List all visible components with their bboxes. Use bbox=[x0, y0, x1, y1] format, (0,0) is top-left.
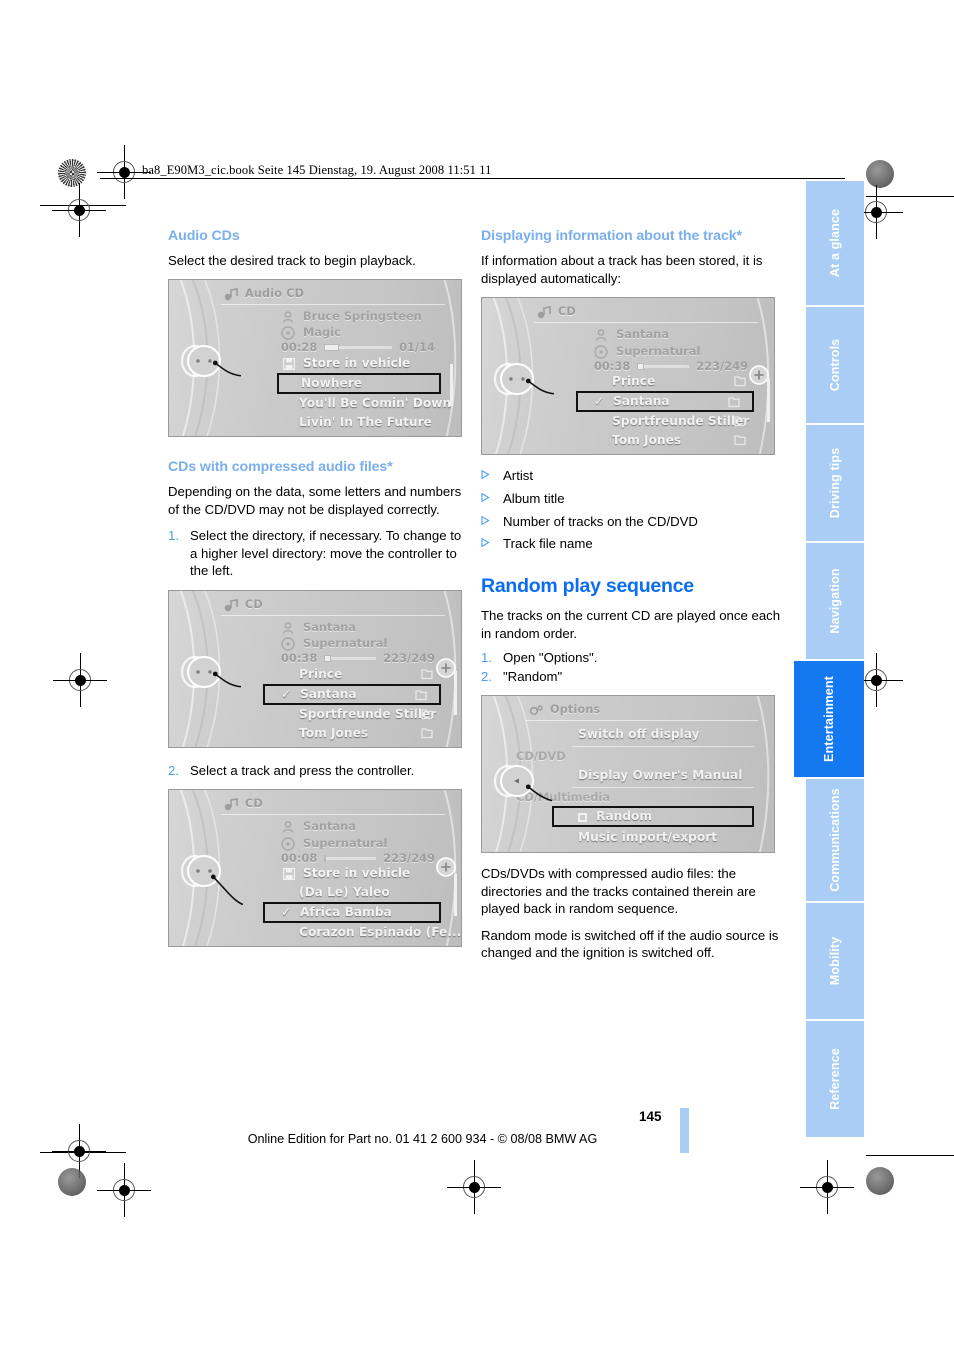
step-item: 2. Select a track and press the controll… bbox=[168, 762, 468, 780]
audio-cds-paragraph: Select the desired track to begin playba… bbox=[168, 253, 416, 269]
bullet-text: Artist bbox=[503, 468, 534, 484]
step-number: 2. bbox=[481, 668, 492, 684]
bullet-text: Number of tracks on the CD/DVD bbox=[503, 513, 698, 529]
sidebar-item-mobility[interactable]: Mobility bbox=[806, 903, 864, 1019]
random-note-2: Random mode is switched off if the audio… bbox=[481, 927, 779, 961]
callout-leader-line bbox=[525, 784, 553, 802]
registration-mark-bottom-center bbox=[447, 1160, 501, 1214]
sidebar-item-communications[interactable]: Communications bbox=[806, 779, 864, 901]
sidebar-item-at-a-glance[interactable]: At a glance bbox=[806, 181, 864, 305]
list-item: Number of tracks on the CD/DVD bbox=[481, 513, 781, 531]
trim-line-bottom-right bbox=[866, 1155, 954, 1156]
tab-label: Mobility bbox=[828, 936, 842, 986]
step-number: 2. bbox=[168, 762, 179, 778]
sidebar-item-entertainment[interactable]: Entertainment bbox=[794, 661, 864, 777]
step-item: 2. "Random" bbox=[481, 668, 781, 686]
step-text: Select the directory, if necessary. To c… bbox=[190, 528, 462, 579]
registration-mark-left-middle bbox=[53, 653, 107, 707]
sidebar-item-controls[interactable]: Controls bbox=[806, 307, 864, 423]
header-rule bbox=[100, 178, 845, 179]
left-column: Audio CDs Select the desired track to be… bbox=[168, 228, 468, 948]
heading-displaying-info: Displaying information about the track* bbox=[481, 228, 742, 244]
screenshot-cd-directory: CD Santana Supernatural 00:38 223/249 Pr… bbox=[168, 589, 462, 748]
callout-leader-line bbox=[212, 671, 242, 688]
screenshot-cd-info: CD Santana Supernatural 00:38 223/249 Pr… bbox=[481, 297, 775, 456]
registration-mark-bottom-right bbox=[800, 1160, 854, 1214]
edition-footer: Online Edition for Part no. 01 41 2 600 … bbox=[247, 1132, 598, 1146]
scrollbar[interactable] bbox=[767, 378, 770, 423]
step-number: 1. bbox=[168, 528, 179, 544]
steps-list: 1. Select the directory, if necessary. T… bbox=[168, 527, 468, 580]
step-number: 1. bbox=[481, 650, 492, 666]
list-item: Artist bbox=[481, 467, 781, 485]
print-rosette-bottom-right bbox=[866, 1167, 894, 1195]
step-text: "Random" bbox=[503, 668, 563, 684]
right-column: Displaying information about the track* … bbox=[481, 228, 781, 971]
bullet-text: Track file name bbox=[503, 536, 593, 552]
step-item: 1. Select the directory, if necessary. T… bbox=[168, 527, 468, 580]
sidebar-item-driving-tips[interactable]: Driving tips bbox=[806, 425, 864, 541]
heading-audio-cds: Audio CDs bbox=[168, 228, 240, 244]
displaying-info-paragraph: If information about a track has been st… bbox=[481, 253, 763, 286]
callout-leader-line bbox=[525, 378, 555, 395]
callout-leader-line bbox=[210, 874, 244, 906]
page-number-bar bbox=[680, 1108, 689, 1153]
tab-label: Driving tips bbox=[828, 447, 842, 519]
tab-label: Controls bbox=[828, 338, 842, 392]
page-number: 145 bbox=[639, 1109, 662, 1124]
steps-list-2: 2. Select a track and press the controll… bbox=[168, 762, 468, 780]
triangle-bullet-icon bbox=[481, 490, 503, 502]
screenshot-options-menu: Options Switch off display CD/DVD Displa… bbox=[481, 695, 775, 854]
heading-compressed-files: CDs with compressed audio files* bbox=[168, 458, 393, 475]
step-text: Open "Options". bbox=[503, 650, 598, 666]
list-item: Track file name bbox=[481, 535, 781, 553]
tab-label: Communications bbox=[828, 788, 842, 892]
random-intro-paragraph: The tracks on the current CD are played … bbox=[481, 607, 781, 641]
triangle-bullet-icon bbox=[481, 467, 503, 480]
print-rosette-top-right bbox=[866, 160, 894, 188]
step-text: Select a track and press the controller. bbox=[190, 762, 415, 778]
sidebar-item-navigation[interactable]: Navigation bbox=[806, 543, 864, 659]
registration-mark-left-top bbox=[52, 183, 106, 237]
callout-leader-line bbox=[212, 360, 242, 377]
triangle-bullet-icon bbox=[481, 513, 503, 525]
scrollbar[interactable] bbox=[454, 670, 457, 715]
screenshot-audio-cd: Audio CD Bruce Springsteen Magic 00:28 0… bbox=[168, 278, 462, 437]
page-title-random-play: Random play sequence bbox=[481, 574, 694, 597]
registration-mark-bottom-left bbox=[97, 1163, 151, 1217]
track-info-bullets: Artist Album title Number of tracks on t… bbox=[481, 467, 781, 552]
tab-label: At a glance bbox=[828, 208, 842, 278]
list-item: Album title bbox=[481, 490, 781, 508]
tab-label: Reference bbox=[828, 1048, 842, 1110]
triangle-bullet-icon bbox=[481, 535, 503, 548]
screenshot-cd-tracks: CD Santana Supernatural 00:08 223/249 St… bbox=[168, 789, 462, 948]
step-item: 1. Open "Options". bbox=[481, 649, 781, 667]
compressed-files-paragraph: Depending on the data, some letters and … bbox=[168, 484, 462, 517]
sidebar-item-reference[interactable]: Reference bbox=[806, 1021, 864, 1137]
scrollbar[interactable] bbox=[454, 874, 457, 917]
random-note-1: CDs/DVDs with compressed audio files: th… bbox=[481, 866, 756, 917]
tab-label: Navigation bbox=[828, 568, 842, 634]
section-tabs: At a glance Controls Driving tips Naviga… bbox=[794, 181, 864, 1139]
tab-label: Entertainment bbox=[822, 676, 836, 762]
print-rosette-bottom-left bbox=[58, 1168, 86, 1196]
book-file-header: ba8_E90M3_cic.book Seite 145 Dienstag, 1… bbox=[142, 163, 492, 177]
random-steps-list: 1. Open "Options". 2. "Random" bbox=[481, 649, 781, 685]
bullet-text: Album title bbox=[503, 490, 565, 506]
scrollbar[interactable] bbox=[450, 363, 453, 406]
